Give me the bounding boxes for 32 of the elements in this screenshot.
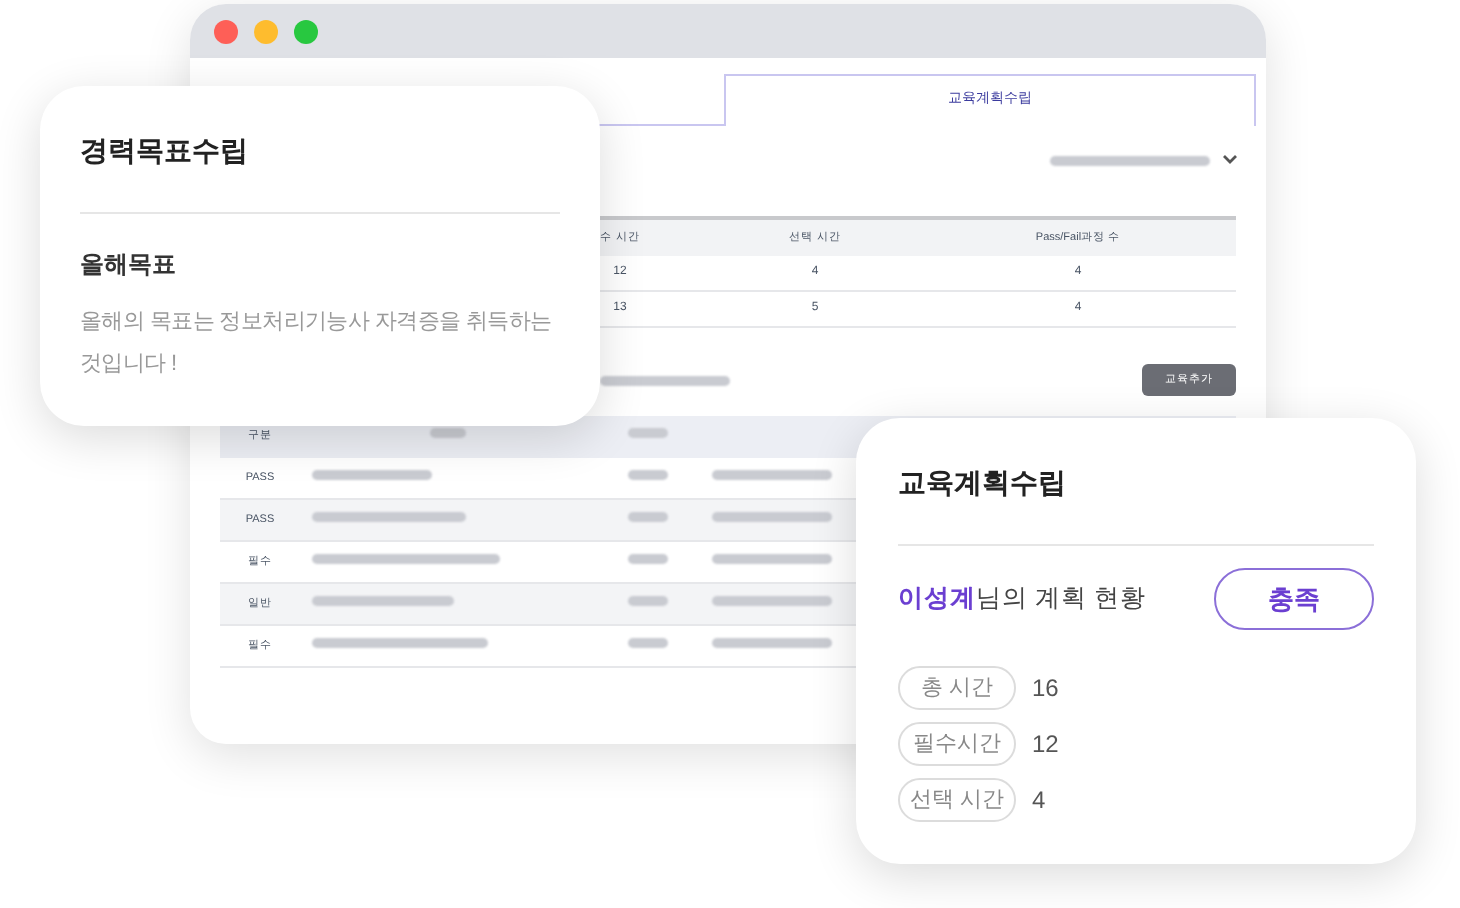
stat-value: 16	[1032, 672, 1059, 706]
plan-status-text: 이성계님의 계획 현황	[898, 582, 1146, 617]
blurred-text-icon	[628, 595, 668, 606]
blurred-text-icon	[712, 553, 832, 564]
stat-label: 총 시간	[898, 666, 1016, 710]
blurred-text-icon	[628, 511, 668, 522]
card-subtitle: 올해목표	[80, 248, 178, 282]
blurred-text-icon	[312, 553, 500, 564]
blurred-text-icon	[712, 595, 832, 606]
blurred-text-icon	[628, 637, 668, 648]
blurred-text-icon	[628, 428, 668, 439]
blurred-text-icon	[712, 637, 832, 648]
blurred-text-icon	[430, 428, 466, 439]
stat-value: 12	[1032, 728, 1059, 762]
chevron-down-icon[interactable]	[1222, 154, 1238, 166]
blurred-text-icon	[628, 469, 668, 480]
card-title: 경력목표수립	[80, 132, 250, 170]
blurred-text-icon	[312, 595, 454, 606]
stat-label: 필수시간	[898, 722, 1016, 766]
blurred-text-icon	[600, 375, 730, 385]
blurred-text-icon	[312, 637, 488, 648]
stat-value: 4	[1032, 784, 1046, 818]
blurred-text-icon	[312, 469, 432, 480]
card-title: 교육계획수립	[898, 464, 1068, 502]
fulfilled-button[interactable]: 충족	[1214, 568, 1374, 630]
blurred-text-icon	[712, 469, 832, 480]
blurred-text-icon	[1050, 155, 1210, 165]
goal-text: 올해의 목표는 정보처리기능사 자격증을 취득하는 것입니다 !	[80, 308, 554, 380]
blurred-text-icon	[628, 553, 668, 564]
blurred-text-icon	[312, 511, 466, 522]
blurred-text-icon	[712, 511, 832, 522]
stat-label: 선택 시간	[898, 778, 1016, 822]
